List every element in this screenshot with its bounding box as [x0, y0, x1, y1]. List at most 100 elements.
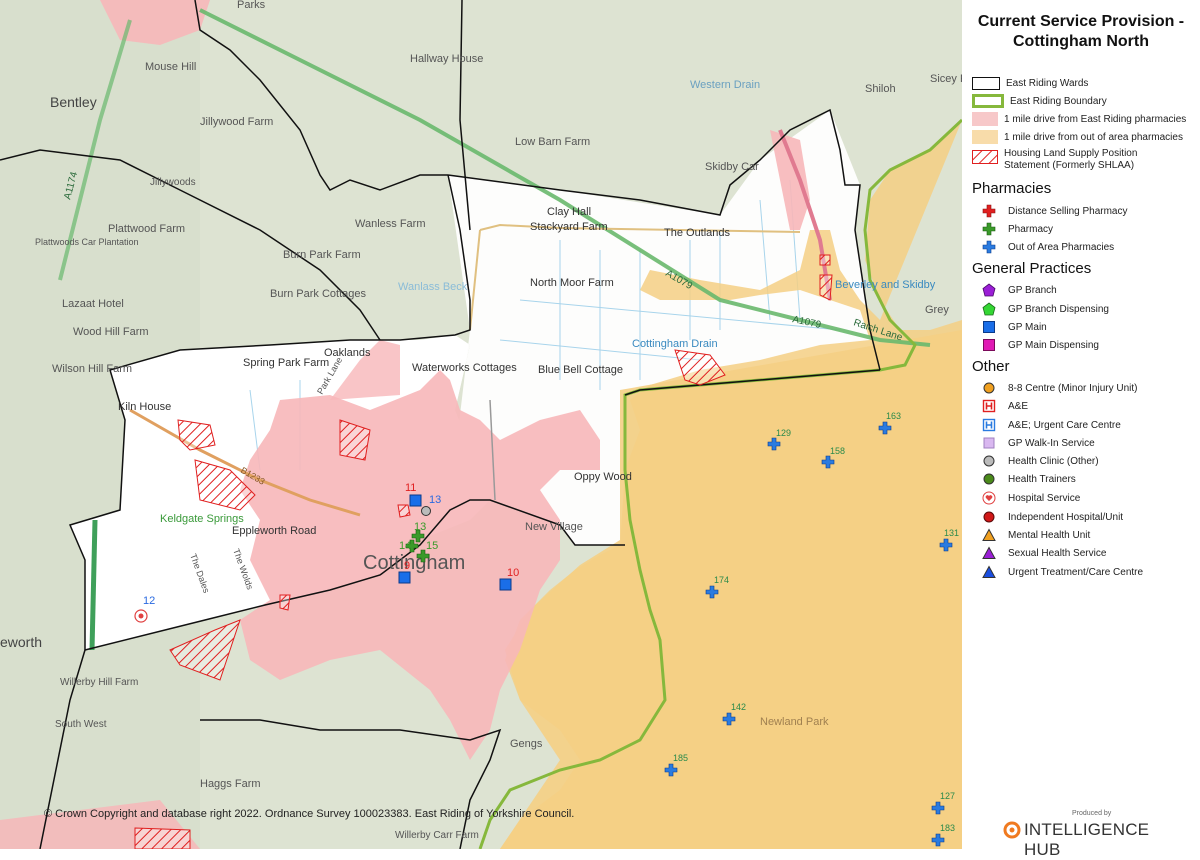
label-the-outlands: The Outlands	[664, 227, 731, 239]
ooa-label-127: 127	[940, 791, 955, 801]
red-cross-svg	[982, 204, 996, 218]
legend-distance-selling[interactable]: Distance Selling Pharmacy	[972, 202, 1128, 220]
legend-item-label: Pharmacy	[1008, 223, 1054, 235]
legend-8-8-centre[interactable]: 8-8 Centre (Minor Injury Unit)	[972, 379, 1137, 397]
legend-layer-shlaa[interactable]: Housing Land Supply Position Statement (…	[972, 148, 1184, 176]
label-jillywood-farm: Jillywood Farm	[200, 116, 273, 128]
legend-layer-boundary[interactable]: East Riding Boundary	[972, 92, 1107, 110]
logo-produced-by: Produced by	[1072, 810, 1112, 817]
legend-layer-er-drive[interactable]: 1 mile drive from East Riding pharmacies	[972, 110, 1186, 128]
hatch-swatch-icon	[972, 150, 998, 164]
label-waterworks-cottages: Waterworks Cottages	[412, 362, 517, 374]
legend-independent-hospital[interactable]: Independent Hospital/Unit	[972, 508, 1123, 526]
red-cross-icon	[982, 204, 996, 218]
lilac-square-icon	[982, 436, 996, 450]
pharmacy-label-15: 15	[426, 540, 438, 552]
ooa-label-131: 131	[944, 528, 959, 538]
ooa-label-183: 183	[940, 823, 955, 833]
lilac-square-svg	[983, 437, 995, 449]
blue-square-icon	[982, 320, 996, 334]
legend-item-label: GP Walk-In Service	[1008, 437, 1095, 449]
legend-title-line1: Current Service Provision -	[977, 13, 1185, 30]
heart-circle-icon	[982, 491, 996, 505]
olive-circle-svg	[983, 473, 995, 485]
map-canvas[interactable]: Parks Mouse Hill Hallway House Bentley J…	[0, 0, 962, 849]
green-cross-svg	[982, 222, 996, 236]
pharmacy-label-14: 14	[399, 540, 411, 552]
legend-layer-label: 1 mile drive from East Riding pharmacies	[1004, 113, 1187, 125]
legend-out-of-area[interactable]: Out of Area Pharmacies	[972, 238, 1114, 256]
ooa-label-158: 158	[830, 446, 845, 456]
red-circle-icon	[982, 510, 996, 524]
gp-label-9: 9	[404, 560, 410, 572]
legend-item-label: A&E	[1008, 400, 1029, 412]
legend-health-trainers[interactable]: Health Trainers	[972, 470, 1076, 488]
legend-gp-walk-in[interactable]: GP Walk-In Service	[972, 434, 1095, 452]
legend-item-label: GP Branch	[1008, 284, 1057, 296]
pharmacy-label-13: 13	[414, 521, 426, 533]
label-oaklands: Oaklands	[324, 347, 371, 359]
legend-item-label: Health Clinic (Other)	[1008, 455, 1099, 467]
ooa-label-174: 174	[714, 575, 729, 585]
blue-hospital-svg	[982, 418, 996, 432]
label-mouse-hill: Mouse Hill	[145, 61, 196, 73]
label-grey: Grey	[925, 304, 949, 316]
heart-circle-svg	[982, 491, 996, 505]
legend-health-clinic[interactable]: Health Clinic (Other)	[972, 452, 1099, 470]
label-haggs-farm: Haggs Farm	[200, 778, 261, 790]
olive-circle-icon	[982, 472, 996, 486]
label-parks: Parks	[237, 0, 266, 11]
legend-item-label: Sexual Health Service	[1008, 547, 1107, 559]
legend-urgent-treatment[interactable]: Urgent Treatment/Care Centre	[972, 563, 1143, 581]
legend-pharmacy[interactable]: Pharmacy	[972, 220, 1053, 238]
legend-item-label: A&E; Urgent Care Centre	[1008, 419, 1121, 431]
legend-heading-other: Other	[972, 358, 1010, 375]
label-south-west: South West	[55, 719, 107, 730]
label-wilson-hill-farm: Wilson Hill Farm	[52, 363, 132, 375]
label-sicey-farm: Sicey F	[930, 73, 962, 85]
green-pentagon-icon	[982, 302, 996, 316]
label-bentley: Bentley	[50, 94, 97, 110]
purple-pentagon-icon	[982, 283, 996, 297]
magenta-square-icon	[982, 338, 996, 352]
label-new-village: New Village	[525, 521, 583, 533]
legend-gp-main[interactable]: GP Main	[972, 318, 1047, 336]
health-clinic-marker	[421, 506, 431, 516]
er-drive-swatch-icon	[972, 112, 998, 126]
legend-layer-ooa-drive[interactable]: 1 mile drive from out of area pharmacies	[972, 128, 1183, 146]
legend-item-label: 8-8 Centre (Minor Injury Unit)	[1008, 382, 1138, 394]
grey-circle-svg	[983, 455, 995, 467]
logo-gear-icon	[1003, 821, 1021, 839]
blue-cross-svg	[982, 240, 996, 254]
legend-gp-branch-dispensing[interactable]: GP Branch Dispensing	[972, 300, 1109, 318]
legend-sexual-health[interactable]: Sexual Health Service	[972, 544, 1106, 562]
label-hallway-house: Hallway House	[410, 53, 483, 65]
label-jillywoods: Jillywoods	[150, 177, 196, 188]
map-svg: Parks Mouse Hill Hallway House Bentley J…	[0, 0, 962, 849]
ooa-label-142: 142	[731, 702, 746, 712]
logo-name: INTELLIGENCE HUB	[1024, 820, 1150, 859]
legend-title: Current Service Provision - Cottingham N…	[962, 12, 1200, 52]
label-willerby-hill-farm: Willerby Hill Farm	[60, 677, 138, 688]
legend-a-and-e-ucc[interactable]: A&E; Urgent Care Centre	[972, 416, 1121, 434]
legend-layer-wards[interactable]: East Riding Wards	[972, 74, 1088, 92]
label-shiloh: Shiloh	[865, 83, 896, 95]
legend-gp-branch[interactable]: GP Branch	[972, 281, 1057, 299]
purple-triangle-svg	[982, 546, 996, 559]
legend-gp-main-dispensing[interactable]: GP Main Dispensing	[972, 336, 1099, 354]
label-north-moor-farm: North Moor Farm	[530, 277, 614, 289]
label-eppleworth-road: Eppleworth Road	[232, 525, 316, 537]
label-plattwoods-plantation: Plattwoods Car Plantation	[35, 237, 139, 247]
legend-item-label: Independent Hospital/Unit	[1008, 511, 1124, 523]
legend-layer-label: East Riding Wards	[1006, 77, 1089, 89]
ooa-label-163: 163	[886, 411, 901, 421]
red-circle-svg	[983, 511, 995, 523]
legend-layer-label: 1 mile drive from out of area pharmacies	[1004, 131, 1183, 143]
legend-mental-health[interactable]: Mental Health Unit	[972, 526, 1090, 544]
legend-hospital-service[interactable]: Hospital Service	[972, 489, 1080, 507]
legend-panel: Current Service Provision - Cottingham N…	[962, 0, 1200, 859]
legend-item-label: Hospital Service	[1008, 492, 1081, 504]
legend-a-and-e[interactable]: A&E	[972, 397, 1028, 415]
blue-cross-icon	[982, 240, 996, 254]
label-oppy-wood: Oppy Wood	[574, 471, 632, 483]
